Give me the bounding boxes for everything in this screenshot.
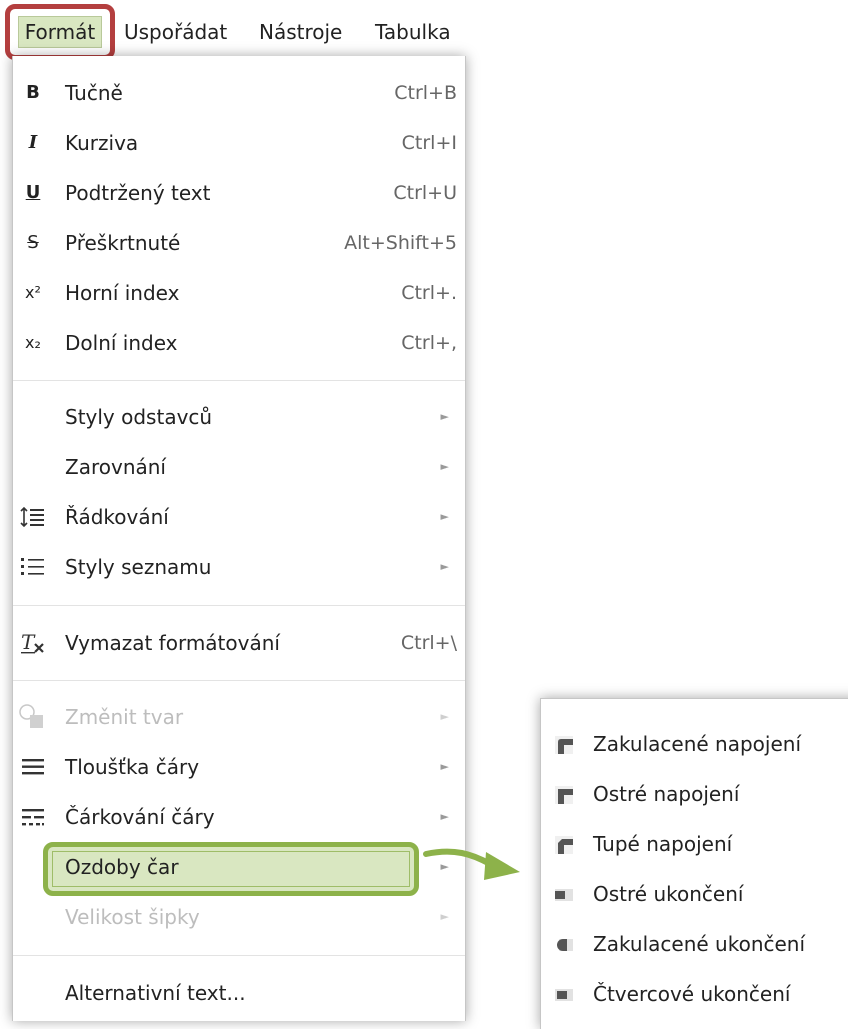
menu-item-list-styles[interactable]: Styly seznamu ► (13, 542, 465, 592)
submenu-item-round-cap[interactable]: Zakulacené ukončení (541, 919, 848, 969)
miter-join-icon (555, 786, 573, 804)
menu-item-arrow-size[interactable]: Velikost šipky ► (13, 892, 465, 942)
shortcut: Ctrl+I (401, 132, 457, 154)
submenu-item-label: Ostré napojení (593, 782, 740, 806)
shortcut: Ctrl+\ (400, 632, 457, 654)
submenu-item-label: Tupé napojení (593, 832, 733, 856)
menu-separator (13, 605, 465, 606)
bevel-join-icon (555, 836, 573, 854)
menu-item-alignment[interactable]: Zarovnání ► (13, 442, 465, 492)
menu-separator (13, 380, 465, 381)
submenu-arrow-icon: ► (440, 760, 449, 773)
menu-item-paragraph-styles[interactable]: Styly odstavců ► (13, 392, 465, 442)
line-weight-icon (19, 752, 47, 782)
menu-item-label: Čárkování čáry (65, 805, 215, 829)
list-style-icon (19, 552, 47, 582)
submenu-arrow-icon: ► (440, 910, 449, 923)
submenu-item-miter-join[interactable]: Ostré napojení (541, 769, 848, 819)
menu-item-bold[interactable]: B Tučně Ctrl+B (13, 68, 465, 118)
menu-separator (13, 680, 465, 681)
submenu-arrow-icon: ► (440, 410, 449, 423)
menu-separator (13, 955, 465, 956)
menu-item-label: Horní index (65, 281, 180, 305)
shortcut: Ctrl+. (401, 282, 457, 304)
line-dash-icon (19, 802, 47, 832)
shortcut: Ctrl+, (401, 332, 457, 354)
submenu-arrow-icon: ► (440, 810, 449, 823)
menu-item-line-spacing[interactable]: Řádkování ► (13, 492, 465, 542)
menu-item-label: Podtržený text (65, 181, 211, 205)
submenu-item-square-cap[interactable]: Čtvercové ukončení (541, 969, 848, 1019)
menu-item-line-dash[interactable]: Čárkování čáry ► (13, 792, 465, 842)
submenu-item-label: Ostré ukončení (593, 882, 744, 906)
submenu-item-label: Zakulacené ukončení (593, 932, 806, 956)
menu-item-label: Styly seznamu (65, 555, 212, 579)
svg-text:T: T (21, 631, 36, 654)
submenu-item-round-join[interactable]: Zakulacené napojení (541, 719, 848, 769)
shortcut: Ctrl+B (394, 82, 457, 104)
connector-arrow-icon (423, 848, 520, 880)
menu-format-label: Formát (18, 16, 102, 48)
menu-item-label: Řádkování (65, 505, 169, 529)
menu-item-label: Kurziva (65, 131, 139, 155)
line-decorations-submenu: Zakulacené napojení Ostré napojení Tupé … (540, 698, 848, 1029)
menu-item-label: Dolní index (65, 331, 178, 355)
round-cap-icon (555, 936, 573, 954)
menu-tools[interactable]: Nástroje (259, 14, 342, 50)
submenu-arrow-icon: ► (440, 460, 449, 473)
round-join-icon (555, 736, 573, 754)
submenu-item-butt-cap[interactable]: Ostré ukončení (541, 869, 848, 919)
underline-icon: U (25, 182, 41, 203)
menu-item-line-decorations[interactable]: Ozdoby čar ► (13, 842, 465, 892)
butt-cap-icon (555, 886, 573, 904)
menu-item-superscript[interactable]: x² Horní index Ctrl+. (13, 268, 465, 318)
menu-item-label: Styly odstavců (65, 405, 213, 429)
clear-formatting-icon: T (19, 628, 47, 658)
strikethrough-icon: S (27, 232, 39, 253)
submenu-arrow-icon: ► (440, 710, 449, 723)
submenu-arrow-icon: ► (440, 560, 449, 573)
square-cap-icon (555, 986, 573, 1004)
menubar: Formát Uspořádat Nástroje Tabulka (0, 0, 468, 64)
menu-item-alt-text[interactable]: Alternativní text... (13, 968, 465, 1018)
bold-icon: B (26, 82, 40, 103)
menu-item-change-shape[interactable]: Změnit tvar ► (13, 692, 465, 742)
line-spacing-icon (19, 502, 47, 532)
menu-item-label: Tučně (65, 81, 123, 105)
menu-arrange[interactable]: Uspořádat (124, 14, 227, 50)
italic-icon: I (28, 132, 38, 153)
shortcut: Alt+Shift+5 (344, 232, 457, 254)
submenu-arrow-icon: ► (440, 510, 449, 523)
format-menu: B Tučně Ctrl+B I Kurziva Ctrl+I U Podtrž… (12, 56, 466, 1021)
menu-item-label: Vymazat formátování (65, 631, 280, 655)
menu-item-underline[interactable]: U Podtržený text Ctrl+U (13, 168, 465, 218)
menu-item-subscript[interactable]: x₂ Dolní index Ctrl+, (13, 318, 465, 368)
menu-item-label: Ozdoby čar (65, 855, 179, 879)
submenu-item-label: Zakulacené napojení (593, 732, 802, 756)
submenu-item-label: Čtvercové ukončení (593, 982, 791, 1006)
menu-item-label: Změnit tvar (65, 705, 184, 729)
menu-item-strikethrough[interactable]: S Přeškrtnuté Alt+Shift+5 (13, 218, 465, 268)
menu-item-label: Alternativní text... (65, 981, 246, 1005)
menu-item-label: Tloušťka čáry (65, 755, 200, 779)
menu-item-line-weight[interactable]: Tloušťka čáry ► (13, 742, 465, 792)
submenu-item-bevel-join[interactable]: Tupé napojení (541, 819, 848, 869)
menu-item-label: Zarovnání (65, 455, 166, 479)
shortcut: Ctrl+U (393, 182, 457, 204)
menu-item-label: Velikost šipky (65, 905, 200, 929)
menu-table[interactable]: Tabulka (375, 14, 451, 50)
menu-item-label: Přeškrtnuté (65, 231, 181, 255)
change-shape-icon (19, 702, 47, 732)
menu-item-clear-formatting[interactable]: T Vymazat formátování Ctrl+\ (13, 618, 465, 668)
subscript-icon: x₂ (25, 333, 41, 352)
superscript-icon: x² (25, 283, 41, 302)
menu-format[interactable]: Formát (5, 4, 115, 60)
menu-item-italic[interactable]: I Kurziva Ctrl+I (13, 118, 465, 168)
